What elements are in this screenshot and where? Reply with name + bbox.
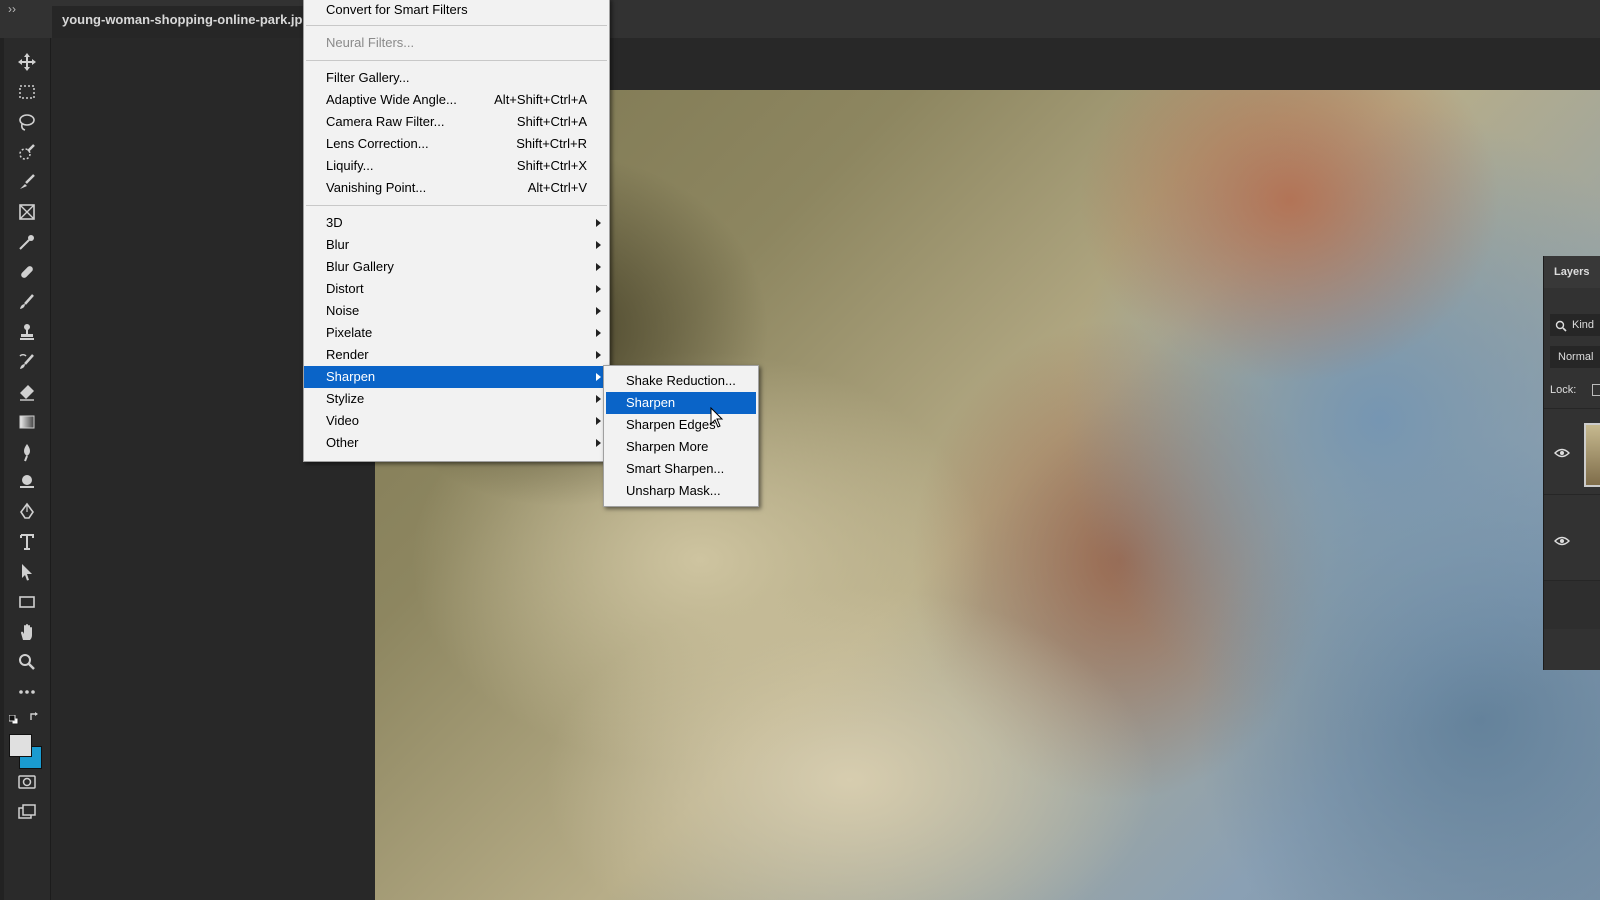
zoom-tool-icon[interactable] <box>13 650 41 674</box>
foreground-color-swatch[interactable] <box>9 734 32 757</box>
layer-row[interactable] <box>1544 494 1600 581</box>
menu-item-filter-gallery[interactable]: Filter Gallery... <box>304 67 609 89</box>
menu-item-blur[interactable]: Blur <box>304 234 609 256</box>
marquee-tool-icon[interactable] <box>13 80 41 104</box>
lock-transparent-icon[interactable] <box>1592 384 1600 396</box>
menu-item-liquify[interactable]: Liquify... Shift+Ctrl+X <box>304 155 609 177</box>
dodge-tool-icon[interactable] <box>13 470 41 494</box>
brush-tool-icon[interactable] <box>13 290 41 314</box>
menu-item-render[interactable]: Render <box>304 344 609 366</box>
history-brush-icon[interactable] <box>13 350 41 374</box>
layer-row[interactable] <box>1544 408 1600 495</box>
brush-selection-icon[interactable] <box>13 170 41 194</box>
menu-separator <box>306 60 607 61</box>
mouse-cursor-icon <box>710 406 724 429</box>
submenu-arrow-icon <box>596 373 601 381</box>
submenu-arrow-icon <box>596 219 601 227</box>
default-colors-icon[interactable] <box>8 712 19 725</box>
layer-thumbnail[interactable] <box>1584 423 1600 487</box>
move-tool-icon[interactable] <box>13 50 41 74</box>
collapse-panels-icon[interactable]: ›› <box>8 2 16 16</box>
tab-layers[interactable]: Layers <box>1544 256 1600 288</box>
layers-panel: Layers Kind Normal Lock: <box>1543 256 1600 670</box>
submenu-arrow-icon <box>596 241 601 249</box>
menu-item-pixelate[interactable]: Pixelate <box>304 322 609 344</box>
kind-label: Kind <box>1572 319 1595 331</box>
menu-item-other[interactable]: Other <box>304 432 609 454</box>
screen-mode-icon[interactable] <box>13 800 41 824</box>
quick-selection-tool-icon[interactable] <box>13 140 41 164</box>
more-tools-icon[interactable] <box>13 680 41 704</box>
menu-item-stylize[interactable]: Stylize <box>304 388 609 410</box>
menu-item-lens-correction[interactable]: Lens Correction... Shift+Ctrl+R <box>304 133 609 155</box>
menu-separator <box>306 25 607 26</box>
blur-tool-icon[interactable] <box>13 440 41 464</box>
type-tool-icon[interactable] <box>13 530 41 554</box>
submenu-arrow-icon <box>596 417 601 425</box>
submenu-arrow-icon <box>596 263 601 271</box>
menu-item-3d[interactable]: 3D <box>304 212 609 234</box>
path-selection-icon[interactable] <box>13 560 41 584</box>
menu-item-video[interactable]: Video <box>304 410 609 432</box>
submenu-arrow-icon <box>596 439 601 447</box>
menu-item-noise[interactable]: Noise <box>304 300 609 322</box>
hand-tool-icon[interactable] <box>13 620 41 644</box>
menu-item-vanishing-point[interactable]: Vanishing Point... Alt+Ctrl+V <box>304 177 609 199</box>
layer-kind-filter[interactable]: Kind <box>1550 314 1600 336</box>
submenu-arrow-icon <box>596 329 601 337</box>
clone-stamp-icon[interactable] <box>13 320 41 344</box>
submenu-arrow-icon <box>596 285 601 293</box>
pen-tool-icon[interactable] <box>13 500 41 524</box>
lock-label: Lock: <box>1550 384 1577 396</box>
visibility-eye-icon[interactable] <box>1554 533 1570 551</box>
toolbar-grip[interactable] <box>0 38 4 900</box>
submenu-item-sharpen-more[interactable]: Sharpen More <box>606 436 756 458</box>
menu-item-neural-filters: Neural Filters... <box>326 35 415 50</box>
menu-item-distort[interactable]: Distort <box>304 278 609 300</box>
menu-item-convert-smart-filters[interactable]: Convert for Smart Filters <box>304 0 609 21</box>
submenu-arrow-icon <box>596 395 601 403</box>
search-icon <box>1555 318 1567 340</box>
quick-mask-icon[interactable] <box>13 770 41 794</box>
sharpen-submenu: Shake Reduction... Sharpen Sharpen Edges… <box>603 365 759 507</box>
submenu-item-smart-sharpen[interactable]: Smart Sharpen... <box>606 458 756 480</box>
document-tab[interactable]: young-woman-shopping-online-park.jp <box>52 6 304 38</box>
visibility-eye-icon[interactable] <box>1554 445 1570 463</box>
options-bar: ›› young-woman-shopping-online-park.jp <box>0 0 1600 39</box>
frame-tool-icon[interactable] <box>13 200 41 224</box>
submenu-item-sharpen-edges[interactable]: Sharpen Edges <box>606 414 756 436</box>
healing-brush-icon[interactable] <box>13 260 41 284</box>
menu-item-sharpen[interactable]: Sharpen <box>304 366 609 388</box>
rectangle-tool-icon[interactable] <box>13 590 41 614</box>
layers-footer <box>1544 580 1600 629</box>
eraser-tool-icon[interactable] <box>13 380 41 404</box>
menu-separator <box>306 205 607 206</box>
submenu-item-sharpen[interactable]: Sharpen <box>606 392 756 414</box>
submenu-arrow-icon <box>596 351 601 359</box>
lasso-tool-icon[interactable] <box>13 110 41 134</box>
menu-item-camera-raw-filter[interactable]: Camera Raw Filter... Shift+Ctrl+A <box>304 111 609 133</box>
submenu-arrow-icon <box>596 307 601 315</box>
menu-item-blur-gallery[interactable]: Blur Gallery <box>304 256 609 278</box>
filter-menu: Convert for Smart Filters Neural Filters… <box>303 0 610 462</box>
gradient-tool-icon[interactable] <box>13 410 41 434</box>
menu-item-adaptive-wide-angle[interactable]: Adaptive Wide Angle... Alt+Shift+Ctrl+A <box>304 89 609 111</box>
eyedropper-tool-icon[interactable] <box>13 230 41 254</box>
blend-mode-select[interactable]: Normal <box>1550 346 1600 368</box>
swap-colors-icon[interactable] <box>29 710 41 722</box>
submenu-item-shake-reduction[interactable]: Shake Reduction... <box>606 370 756 392</box>
tools-panel <box>0 38 51 900</box>
submenu-item-unsharp-mask[interactable]: Unsharp Mask... <box>606 480 756 502</box>
